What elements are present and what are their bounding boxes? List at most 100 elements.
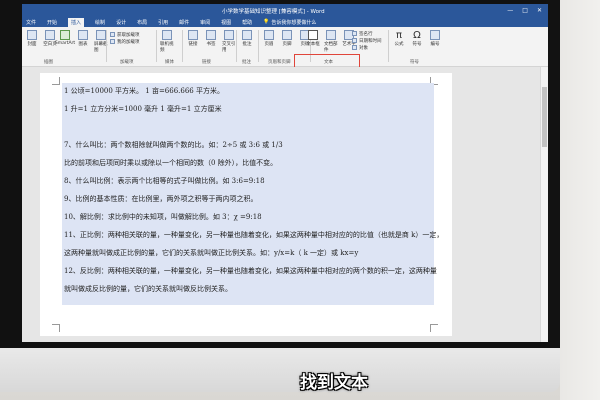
group-text-small: 签名行 日期和时间 对象: [352, 30, 382, 51]
group-comments: 批注: [240, 30, 254, 47]
minimize-button[interactable]: —: [507, 7, 513, 14]
tab-review[interactable]: 审阅: [200, 19, 210, 26]
header-icon: [264, 30, 274, 40]
numbering-icon: [430, 30, 440, 40]
link-button[interactable]: 链接: [186, 30, 200, 53]
link-icon: [188, 30, 198, 40]
tab-design[interactable]: 设计: [116, 19, 126, 26]
chart-button[interactable]: 图表: [76, 30, 90, 53]
quick-parts-button[interactable]: 文档部件: [324, 30, 338, 53]
tab-mailings[interactable]: 邮件: [179, 19, 189, 26]
page-corner-mark: [52, 324, 60, 332]
doc-line: 1 升=1 立方分米=1000 毫升 1 毫升=1 立方厘米: [64, 105, 222, 113]
close-button[interactable]: ✕: [537, 7, 542, 14]
my-addins-button[interactable]: 我的加载项: [110, 38, 140, 45]
object-button[interactable]: 对象: [352, 44, 382, 51]
group-links: 链接 书签 交叉引用: [186, 30, 236, 53]
get-addins-button[interactable]: 获取加载项: [110, 31, 140, 38]
doc-line: 7、什么叫比：两个数相除就叫做两个数的比。如：2÷5 或 3:6 或 1/3: [64, 141, 283, 149]
online-video-button[interactable]: 联机视频: [160, 30, 174, 53]
doc-line: 就叫做成反比例的量，它们的关系就叫做反比例关系。: [64, 285, 232, 293]
tab-file[interactable]: 文件: [26, 19, 36, 26]
page-corner-mark: [430, 324, 438, 332]
title-bar: 小学数学基础知识整理 [兼容模式] - Word — □ ✕: [22, 4, 548, 17]
bookmark-button[interactable]: 书签: [204, 30, 218, 53]
object-icon: [352, 45, 357, 50]
numbering-button[interactable]: 编号: [428, 30, 442, 47]
doc-line: 比的前项和后项同时乘以或除以一个相同的数（0 除外），比值不变。: [64, 159, 278, 167]
group-illustrations: SmartArt 图表 屏幕截图: [55, 30, 108, 53]
pi-icon: π: [395, 30, 403, 41]
comment-button[interactable]: 批注: [240, 30, 254, 47]
signature-line-button[interactable]: 签名行: [352, 30, 382, 37]
video-icon: [162, 30, 172, 40]
monitor-bezel: 小学数学基础知识整理 [兼容模式] - Word — □ ✕ 文件 开始 插入 …: [0, 0, 560, 348]
tab-draw[interactable]: 绘制: [95, 19, 105, 26]
header-button[interactable]: 页眉: [262, 30, 276, 47]
group-separator: [236, 30, 237, 62]
footer-button[interactable]: 页脚: [280, 30, 294, 47]
menu-tabs: 文件 开始 插入 绘制 设计 布局 引用 邮件 审阅 视图 帮助 💡 告诉我你想…: [22, 17, 548, 27]
doc-line: 1 公顷=10000 平方米。 1 亩=666.666 平方米。: [64, 87, 224, 95]
group-label-addins: 加载项: [120, 60, 134, 65]
screenshot-icon: [96, 30, 106, 40]
date-time-button[interactable]: 日期和时间: [352, 37, 382, 44]
window-controls: — □ ✕: [507, 7, 542, 14]
footer-icon: [282, 30, 292, 40]
group-text: 文本框 文档部件 艺术字: [306, 30, 356, 53]
video-caption: 找到文本: [300, 373, 368, 393]
doc-line: 这两种量就叫做成正比例的量，它们的关系就叫做正比例关系。如：y/x=k（ k 一…: [64, 249, 359, 257]
bookmark-icon: [206, 30, 216, 40]
scrollbar-thumb[interactable]: [542, 87, 547, 147]
cross-reference-button[interactable]: 交叉引用: [222, 30, 236, 53]
word-window: 小学数学基础知识整理 [兼容模式] - Word — □ ✕ 文件 开始 插入 …: [22, 4, 548, 342]
group-separator: [106, 30, 107, 62]
group-label-symbols: 符号: [410, 60, 419, 65]
smartart-icon: [60, 30, 70, 40]
cross-reference-icon: [224, 30, 234, 40]
tab-references[interactable]: 引用: [158, 19, 168, 26]
document-page[interactable]: 1 公顷=10000 平方米。 1 亩=666.666 平方米。 1 升=1 立…: [40, 73, 452, 336]
group-label-links: 链接: [202, 60, 211, 65]
text-box-button[interactable]: 文本框: [306, 30, 320, 53]
chart-icon: [78, 30, 88, 40]
doc-line: 8、什么叫比例：表示两个比相等的式子叫做比例。如 3:6=9:18: [64, 177, 265, 185]
doc-line: 9、比例的基本性质：在比例里，两外项之积等于两内项之积。: [64, 195, 258, 203]
group-separator: [258, 30, 259, 62]
group-separator: [156, 30, 157, 62]
group-label-media: 媒体: [165, 60, 174, 65]
tab-view[interactable]: 视图: [221, 19, 231, 26]
group-symbols: π 公式 Ω 符号 编号: [392, 30, 442, 47]
ribbon: 封面 空白页 SmartArt 图表 屏幕截图 插图 获取加载项 我的加载项 加…: [22, 27, 548, 69]
group-label-illustrations: 插图: [44, 60, 53, 65]
doc-line: 11、正比例：两种相关联的量，一种量变化，另一种量也随着变化，如果这两种量中相对…: [64, 231, 444, 239]
group-addins: 获取加载项 我的加载项: [110, 31, 140, 45]
maximize-button[interactable]: □: [522, 7, 528, 14]
tab-insert[interactable]: 插入: [68, 17, 85, 27]
group-label-header-footer: 页眉和页脚: [268, 60, 291, 65]
text-box-icon: [308, 30, 318, 40]
tell-me-search[interactable]: 💡 告诉我你想要做什么: [263, 19, 316, 26]
quick-parts-icon: [326, 30, 336, 40]
equation-button[interactable]: π 公式: [392, 30, 406, 47]
signature-icon: [352, 31, 357, 36]
lightbulb-icon: 💡: [263, 19, 270, 25]
group-media: 联机视频: [160, 30, 174, 53]
calendar-icon: [352, 38, 357, 43]
smartart-button[interactable]: SmartArt: [55, 30, 75, 53]
page-corner-mark: [52, 77, 60, 85]
blank-page-icon: [45, 30, 55, 40]
tab-help[interactable]: 帮助: [242, 19, 252, 26]
cover-page-button[interactable]: 封面: [25, 30, 39, 47]
doc-line: 12、反比例：两种相关联的量，一种量变化，另一种量也随着变化，如果这两种量中相对…: [64, 267, 437, 275]
tell-me-hint: 告诉我你想要做什么: [271, 19, 317, 26]
group-separator: [182, 30, 183, 62]
store-icon: [110, 32, 115, 37]
tab-home[interactable]: 开始: [47, 19, 57, 26]
group-header-footer: 页眉 页脚 页码: [262, 30, 312, 47]
document-area: 1 公顷=10000 平方米。 1 亩=666.666 平方米。 1 升=1 立…: [22, 67, 548, 342]
symbol-button[interactable]: Ω 符号: [410, 30, 424, 47]
tab-layout[interactable]: 布局: [137, 19, 147, 26]
vertical-scrollbar[interactable]: [540, 67, 548, 342]
group-separator: [388, 30, 389, 62]
